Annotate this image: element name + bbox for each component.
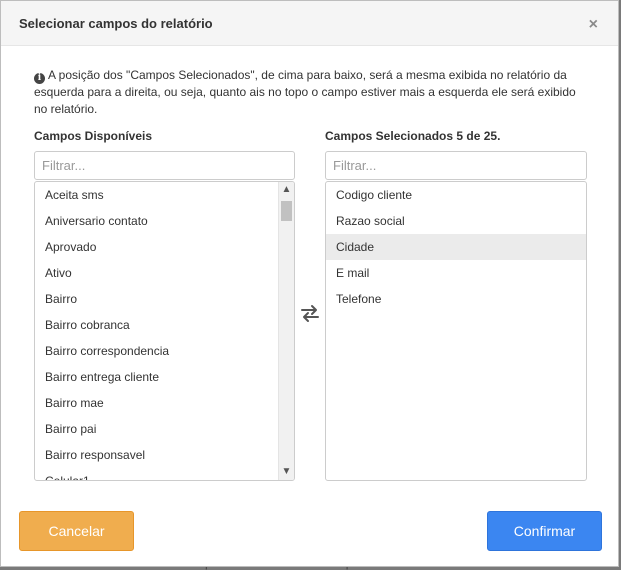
info-message: iA posição dos "Campos Selecionados", de… bbox=[34, 67, 589, 118]
list-item[interactable]: Aprovado bbox=[35, 234, 294, 260]
list-item[interactable]: Aceita sms bbox=[35, 182, 294, 208]
available-filter-input[interactable] bbox=[34, 151, 295, 180]
list-item[interactable]: E mail bbox=[326, 260, 586, 286]
list-item[interactable]: Bairro pai bbox=[35, 416, 294, 442]
selected-fields-label: Campos Selecionados 5 de 25. bbox=[325, 129, 501, 143]
list-item[interactable]: Celular1 bbox=[35, 468, 294, 480]
list-item[interactable]: Bairro responsavel bbox=[35, 442, 294, 468]
list-item[interactable]: Bairro cobranca bbox=[35, 312, 294, 338]
list-item[interactable]: Bairro bbox=[35, 286, 294, 312]
available-fields-list[interactable]: Aceita sms Aniversario contato Aprovado Ati… bbox=[34, 181, 295, 481]
swap-arrows-icon[interactable] bbox=[300, 303, 320, 323]
list-item[interactable]: Codigo cliente bbox=[326, 182, 586, 208]
scroll-thumb[interactable] bbox=[281, 201, 292, 221]
select-fields-modal: Selecionar campos do relatório × iA posi… bbox=[0, 0, 619, 567]
list-item[interactable]: Bairro correspondencia bbox=[35, 338, 294, 364]
available-list-scrollbar[interactable]: ▲ ▼ bbox=[278, 182, 294, 480]
modal-header: Selecionar campos do relatório × bbox=[1, 1, 618, 46]
scroll-down-icon[interactable]: ▼ bbox=[279, 464, 294, 480]
list-item[interactable]: Razao social bbox=[326, 208, 586, 234]
list-item[interactable]: Aniversario contato bbox=[35, 208, 294, 234]
list-item[interactable]: Ativo bbox=[35, 260, 294, 286]
scroll-up-icon[interactable]: ▲ bbox=[279, 182, 294, 198]
info-text: A posição dos "Campos Selecionados", de … bbox=[34, 68, 576, 116]
list-item[interactable]: Cidade bbox=[326, 234, 586, 260]
info-circle-icon: i bbox=[34, 73, 45, 84]
modal-title: Selecionar campos do relatório bbox=[19, 16, 213, 31]
confirm-button[interactable]: Confirmar bbox=[487, 511, 602, 551]
list-item[interactable]: Telefone bbox=[326, 286, 586, 312]
available-fields-label: Campos Disponíveis bbox=[34, 129, 153, 143]
list-item[interactable]: Bairro entrega cliente bbox=[35, 364, 294, 390]
selected-fields-list[interactable]: Codigo cliente Razao social Cidade E mail Te… bbox=[325, 181, 587, 481]
list-item[interactable]: Bairro mae bbox=[35, 390, 294, 416]
selected-filter-input[interactable] bbox=[325, 151, 587, 180]
cancel-button[interactable]: Cancelar bbox=[19, 511, 134, 551]
close-icon[interactable]: × bbox=[589, 17, 598, 33]
